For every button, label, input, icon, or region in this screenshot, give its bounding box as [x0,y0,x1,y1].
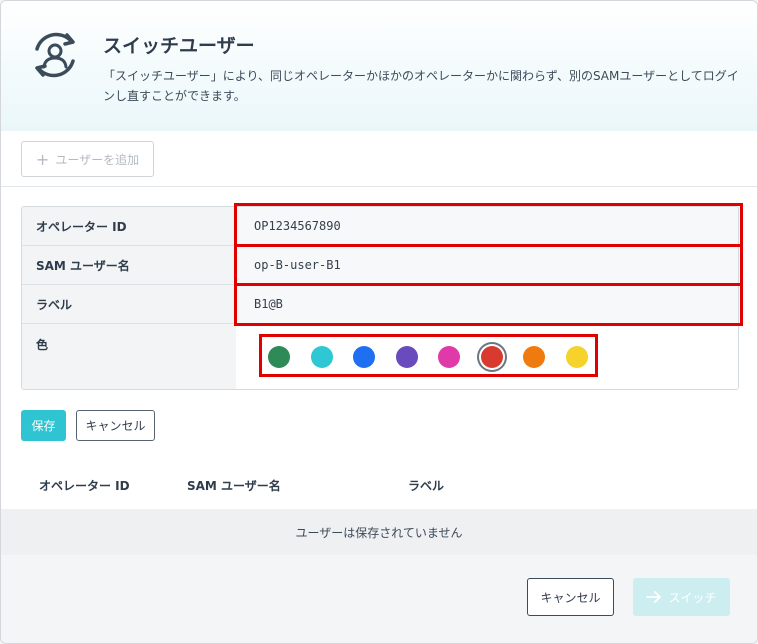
label-field[interactable]: B1@B [236,285,738,323]
dialog-title: スイッチユーザー [103,35,255,57]
column-header-label: ラベル [408,479,445,493]
arrow-right-icon [646,591,662,603]
label-label: ラベル [22,285,236,323]
label-row: ラベル B1@B [22,285,738,324]
cancel-button[interactable]: キャンセル [527,578,614,616]
plus-icon: + [35,149,50,169]
toolbar: + ユーザーを追加 [1,131,757,187]
switch-user-icon [35,32,75,78]
switch-label: スイッチ [668,590,717,605]
sam-user-row: SAM ユーザー名 op-B-user-B1 [22,246,738,285]
dialog-description: 「スイッチユーザー」により、同じオペレーターかほかのオペレーターかに関わらず、別… [103,69,739,103]
color-swatch[interactable] [438,346,460,368]
sam-user-field[interactable]: op-B-user-B1 [236,246,738,284]
empty-table-message: ユーザーは保存されていません [1,509,757,555]
color-swatch[interactable] [395,346,418,368]
add-user-button[interactable]: + ユーザーを追加 [21,141,154,177]
color-row: 色 [22,324,738,389]
switch-button[interactable]: スイッチ [633,578,730,616]
color-swatch[interactable] [565,346,588,368]
color-swatch[interactable] [480,346,503,368]
dialog-header: スイッチユーザー 「スイッチユーザー」により、同じオペレーターかほかのオペレータ… [1,1,757,131]
color-swatch[interactable] [523,346,545,368]
sam-user-label: SAM ユーザー名 [22,246,236,284]
color-swatch[interactable] [310,346,333,368]
operator-id-row: オペレーター ID OP1234567890 [22,207,738,246]
add-user-label: ユーザーを追加 [55,152,140,167]
cancel-edit-button[interactable]: キャンセル [76,410,155,441]
switch-user-dialog: スイッチユーザー 「スイッチユーザー」により、同じオペレーターかほかのオペレータ… [0,0,758,644]
color-swatch[interactable] [268,346,290,368]
color-label: 色 [22,324,236,389]
save-button[interactable]: 保存 [21,410,66,441]
column-header-operator-id: オペレーター ID [39,479,130,493]
column-header-sam-user: SAM ユーザー名 [187,479,281,493]
color-swatch[interactable] [353,346,375,368]
user-form: オペレーター ID OP1234567890 SAM ユーザー名 op-B-us… [21,206,739,390]
operator-id-field[interactable]: OP1234567890 [236,207,738,245]
operator-id-label: オペレーター ID [22,207,236,245]
